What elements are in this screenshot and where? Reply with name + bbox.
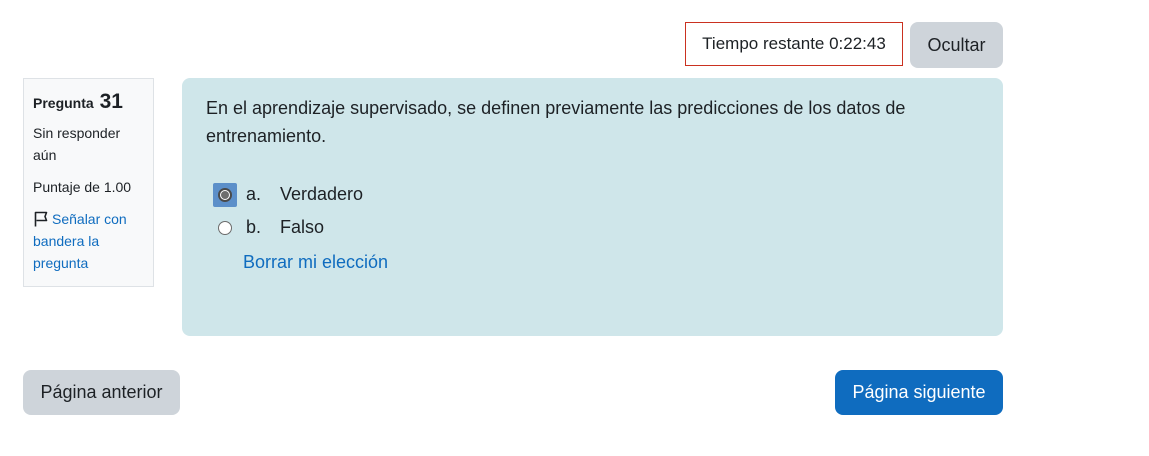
question-content: En el aprendizaje supervisado, se define…	[182, 78, 1003, 336]
hide-timer-button[interactable]: Ocultar	[910, 22, 1003, 68]
flag-question-link[interactable]: Señalar con bandera la pregunta	[33, 208, 144, 274]
answer-letter: b.	[246, 217, 262, 237]
answer-letter: a.	[246, 184, 262, 204]
answer-option-b[interactable]: b. Falso	[206, 211, 979, 244]
answer-label[interactable]: Falso	[280, 217, 324, 238]
radio-button-b[interactable]	[218, 220, 232, 235]
question-info-panel: Pregunta 31 Sin responder aún Puntaje de…	[23, 78, 154, 287]
answer-option-a[interactable]: a. Verdadero	[206, 178, 979, 211]
clear-choice-link[interactable]: Borrar mi elección	[243, 248, 388, 276]
next-page-button[interactable]: Página siguiente	[835, 370, 1003, 415]
radio-wrapper	[214, 217, 236, 239]
question-label: Pregunta	[33, 95, 94, 111]
answer-label[interactable]: Verdadero	[280, 184, 363, 205]
flag-icon	[34, 211, 48, 227]
previous-page-button[interactable]: Página anterior	[23, 370, 180, 415]
radio-focus-ring	[213, 182, 237, 207]
radio-button-a[interactable]	[218, 187, 232, 202]
question-number-value: 31	[99, 90, 123, 113]
question-state: Sin responder aún	[33, 125, 121, 163]
question-text: En el aprendizaje supervisado, se define…	[206, 98, 906, 146]
question-grade: Puntaje de 1.00	[33, 179, 132, 195]
timer-display: Tiempo restante 0:22:43	[685, 22, 903, 66]
question-number: Pregunta 31	[33, 89, 144, 116]
answer-list: a. Verdadero b. Falso	[206, 178, 979, 244]
